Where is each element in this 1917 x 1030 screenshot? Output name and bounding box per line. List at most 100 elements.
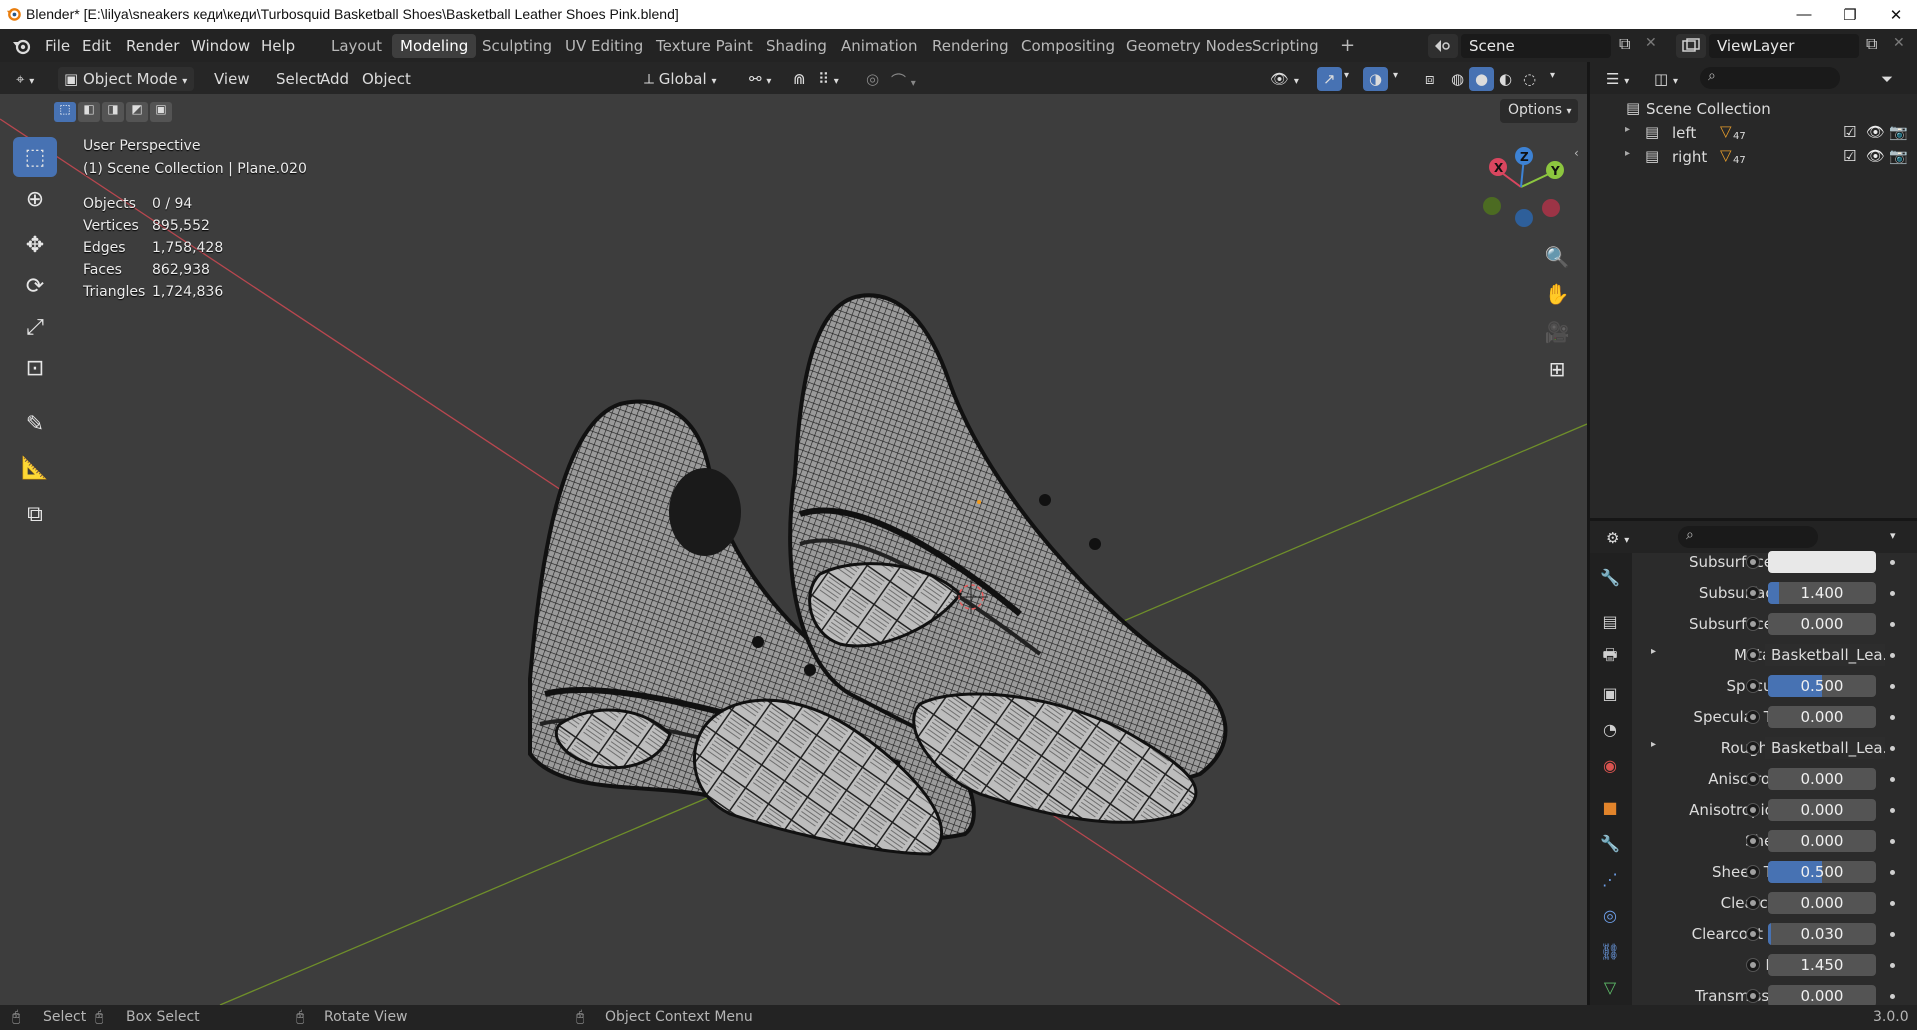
socket-link-icon[interactable] [1746,741,1760,755]
expand-arrow-icon[interactable]: ▸ [1651,739,1656,750]
property-value-slider[interactable]: 0.030 [1768,923,1876,945]
view-layer-tab-icon[interactable]: ▣ [1598,681,1622,705]
socket-link-icon[interactable] [1746,865,1760,879]
sidebar-toggle-icon[interactable]: ‹ [1574,146,1579,160]
keyframe-dot-icon[interactable] [1890,622,1895,627]
new-scene-icon[interactable]: ⧉ [1619,34,1630,54]
menu-render[interactable]: Render [126,37,179,55]
property-value-slider[interactable]: 1.400 [1768,582,1876,604]
keyframe-dot-icon[interactable] [1890,932,1895,937]
property-value-slider[interactable]: 1.450 [1768,954,1876,976]
keyframe-dot-icon[interactable] [1890,591,1895,596]
tab-sculpting[interactable]: Sculpting [474,34,560,58]
select-invert-icon[interactable]: ◩ [126,102,148,122]
material-shading-icon[interactable]: ◐ [1493,67,1518,91]
menu-file[interactable]: File [45,37,70,55]
cursor-tool[interactable]: ⊕ [13,179,57,219]
socket-link-icon[interactable] [1746,772,1760,786]
particles-tab-icon[interactable]: ⋰ [1598,867,1622,891]
socket-link-icon[interactable] [1746,834,1760,848]
property-value-slider[interactable]: 0.000 [1768,768,1876,790]
tab-layout[interactable]: Layout [323,34,390,58]
3d-viewport[interactable]: X Y Z ⬚ ◧ ◨ ◩ ▣ Options ▾ ‹ User Perspec… [0,94,1587,1005]
outliner-search-input[interactable]: ⌕ [1700,67,1840,89]
delete-viewlayer-icon[interactable]: ✕ [1893,35,1905,51]
socket-link-icon[interactable] [1746,617,1760,631]
wireframe-shading-icon[interactable]: ◍ [1445,67,1470,91]
property-value-slider[interactable]: 0.000 [1768,799,1876,821]
expand-arrow-icon[interactable]: ▸ [1651,646,1656,657]
overlay-dropdown-icon[interactable]: ▾ [1387,67,1404,91]
tab-rendering[interactable]: Rendering [924,34,1017,58]
socket-link-icon[interactable] [1746,710,1760,724]
transform-tool[interactable]: ⊡ [13,348,57,388]
select-extend-icon[interactable]: ◧ [78,102,100,122]
property-value-slider[interactable]: 0.000 [1768,830,1876,852]
proportional-falloff-icon[interactable]: ⌒ ▾ [885,67,922,91]
socket-link-icon[interactable] [1746,555,1760,569]
socket-link-icon[interactable] [1746,679,1760,693]
view-menu[interactable]: View [208,67,256,91]
select-new-icon[interactable]: ⬚ [54,102,76,122]
close-button[interactable]: ✕ [1873,0,1917,29]
gizmo-neg-x-handle[interactable] [1542,199,1560,217]
mesh-data-tab-icon[interactable]: ▽ [1598,975,1622,999]
expand-arrow-icon[interactable]: ▸ [1625,148,1630,159]
expand-arrow-icon[interactable]: ▸ [1625,124,1630,135]
camera-render-icon[interactable]: 📷 [1889,123,1908,141]
blender-menu-icon[interactable] [12,37,32,55]
physics-tab-icon[interactable]: ◎ [1598,903,1622,927]
eye-icon[interactable]: 👁 [1866,123,1885,141]
scene-tab-icon[interactable]: ◔ [1598,717,1622,741]
keyframe-dot-icon[interactable] [1890,994,1895,999]
solid-shading-icon[interactable]: ● [1469,67,1495,91]
xray-toggle-icon[interactable]: ⧈ [1419,67,1441,91]
tab-texture-paint[interactable]: Texture Paint [648,34,761,58]
select-box-tool[interactable]: ⬚ [13,137,57,177]
editor-type-button[interactable]: ⌖ ▾ [10,67,40,91]
add-workspace-button[interactable]: + [1332,32,1363,56]
add-menu[interactable]: Add [314,67,355,91]
ortho-grid-icon[interactable]: ⊞ [1541,353,1573,385]
keyframe-dot-icon[interactable] [1890,560,1895,565]
object-menu[interactable]: Object [356,67,417,91]
keyframe-dot-icon[interactable] [1890,870,1895,875]
chevron-down-icon[interactable]: ▾ [1884,526,1902,550]
output-tab-icon[interactable]: 🖶 [1598,645,1622,669]
camera-render-icon[interactable]: 📷 [1889,147,1908,165]
property-value-slider[interactable] [1768,551,1876,573]
rendered-shading-icon[interactable]: ◌ [1517,67,1542,91]
rotate-tool[interactable]: ⟳ [13,266,57,306]
socket-link-icon[interactable] [1746,896,1760,910]
scene-name-field[interactable]: Scene [1461,34,1611,58]
properties-editor-type-icon[interactable]: ⚙ ▾ [1600,526,1635,550]
viewlayer-name-field[interactable]: ViewLayer [1709,34,1859,58]
tab-geometry-nodes[interactable]: Geometry Nodes [1118,34,1261,58]
zoom-icon[interactable]: 🔍 [1541,241,1573,273]
linked-node-field[interactable]: Basketball_Lea... [1765,644,1885,666]
proportional-edit-icon[interactable]: ◎ [860,67,885,91]
render-tab-icon[interactable]: ▤ [1598,609,1622,633]
object-tab-icon[interactable]: ■ [1598,795,1622,819]
visibility-button[interactable]: 👁 ▾ [1264,67,1305,91]
property-value-slider[interactable]: 0.000 [1768,985,1876,1007]
socket-link-icon[interactable] [1746,803,1760,817]
keyframe-dot-icon[interactable] [1890,715,1895,720]
linked-node-field[interactable]: Basketball_Lea... [1765,737,1885,759]
property-value-slider[interactable]: 0.000 [1768,706,1876,728]
properties-search-input[interactable]: ⌕ [1678,526,1818,548]
annotate-tool[interactable]: ✎ [13,404,57,444]
snap-toggle-icon[interactable]: ⋒ [787,67,812,91]
gizmo-neg-z-handle[interactable] [1515,209,1533,227]
pan-hand-icon[interactable]: ✋ [1541,278,1573,310]
constraints-tab-icon[interactable]: ⛓ [1598,939,1622,963]
move-tool[interactable]: ✥ [13,225,57,265]
minimize-button[interactable]: — [1781,0,1827,29]
keyframe-dot-icon[interactable] [1890,963,1895,968]
camera-view-icon[interactable]: 🎥 [1541,316,1573,348]
property-value-slider[interactable]: 0.500 [1768,675,1876,697]
property-value-slider[interactable]: 0.000 [1768,892,1876,914]
outliner-row-scene-collection[interactable]: ▤ Scene Collection [1590,98,1917,122]
viewlayer-browse-button[interactable] [1676,34,1706,58]
tool-tab-icon[interactable]: 🔧 [1598,565,1622,589]
